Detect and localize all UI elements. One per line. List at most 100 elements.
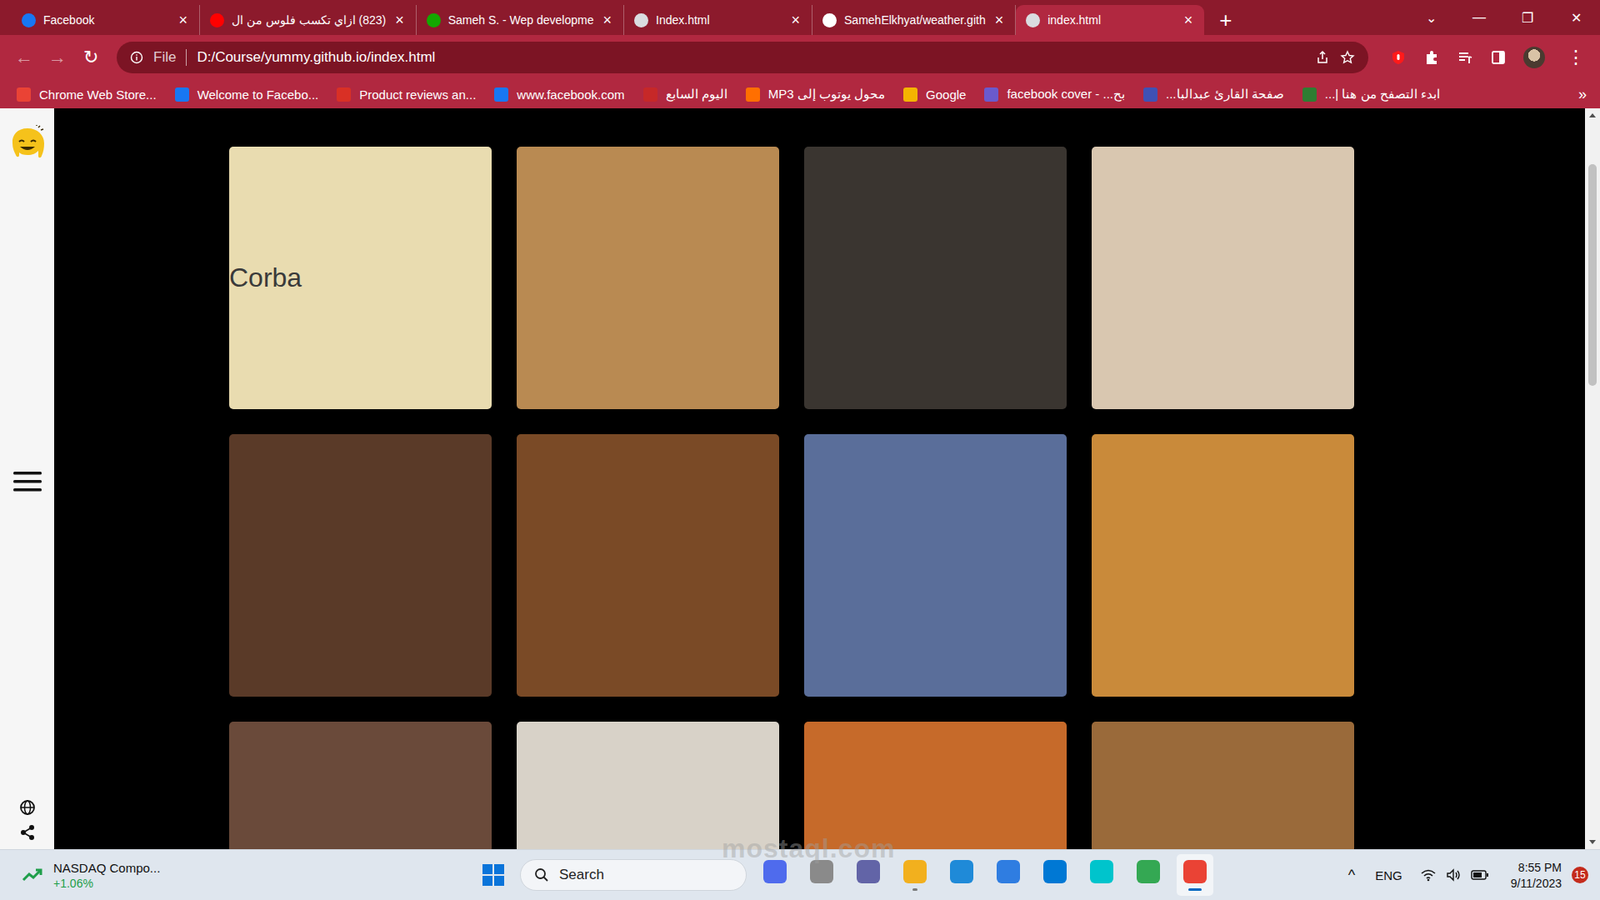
taskbar-app[interactable] [896,854,934,896]
volume-icon[interactable] [1445,868,1461,882]
show-hidden-icons-button[interactable]: ^ [1338,866,1365,885]
meal-card[interactable] [1091,721,1355,850]
taskbar-app[interactable] [1036,854,1074,896]
browser-tab[interactable]: Index.html × [624,5,813,35]
chrome-menu-button[interactable]: ⋮ [1561,46,1590,69]
taskbar-app[interactable] [803,854,840,896]
meal-card[interactable]: Corba [229,146,492,410]
url-text: D:/Course/yummy.github.io/index.html [196,49,435,66]
close-tab-button[interactable]: × [993,12,1006,28]
wifi-icon[interactable] [1420,868,1436,882]
tab-title: Sameh S. - Wep developme [448,13,595,27]
new-tab-button[interactable]: + [1204,5,1247,35]
window-control-button[interactable]: — [1455,0,1504,35]
close-tab-button[interactable]: × [790,12,803,28]
favicon-icon [426,13,441,28]
browser-tab[interactable]: SamehElkhyat/weather.gith × [812,5,1016,35]
language-indicator[interactable]: ENG [1375,868,1411,883]
meal-card[interactable] [1091,146,1355,410]
bookmark-favicon-icon [1143,87,1158,102]
scrollbar-thumb[interactable] [1588,164,1597,386]
taskbar-app[interactable] [1083,854,1120,896]
tab-search-button[interactable]: ⌄ [1406,0,1455,35]
bookmark-favicon-icon [175,87,190,102]
clock[interactable]: 8:55 PM9/11/2023 [1499,860,1562,890]
taskbar-app[interactable] [990,854,1027,896]
bookmark[interactable]: Product reviews an... [336,87,476,102]
close-tab-button[interactable]: × [1182,12,1195,28]
taskbar-app[interactable] [850,854,887,896]
extension-icon[interactable] [1390,49,1407,66]
window-control-button[interactable]: ❐ [1503,0,1552,35]
back-button[interactable]: ← [11,46,37,69]
puzzle-icon[interactable] [1423,49,1440,66]
taskbar-app[interactable] [1176,854,1214,896]
meal-card[interactable] [804,434,1067,697]
bookmark[interactable]: Welcome to Facebo... [175,87,320,102]
tab-strip: Facebook×(823) ازاي تكسب فلوس من ال×Same… [0,0,1600,35]
profile-avatar-icon[interactable] [1523,46,1545,69]
meal-card[interactable] [516,721,780,850]
search-icon [534,867,550,883]
browser-tab[interactable]: Facebook× [11,5,200,35]
side-panel-icon[interactable] [1490,49,1507,66]
watermark: mostaql.com [721,833,895,865]
app-icon [856,860,880,884]
close-tab-button[interactable]: × [601,12,615,28]
forward-button[interactable]: → [45,46,70,69]
share-icon[interactable] [1315,50,1330,65]
tab-title: Index.html [655,13,782,27]
trend-up-icon [21,866,44,884]
app-icon [903,860,927,884]
app-icon [1090,860,1114,884]
taskbar-app[interactable] [756,854,794,896]
media-icon[interactable] [1456,49,1474,66]
smiley-logo-icon[interactable] [9,125,46,164]
taskbar-app[interactable] [943,854,980,896]
stock-widget[interactable]: NASDAQ Compo...+1.06% [0,860,272,890]
bookmark[interactable]: Google [903,87,966,102]
scrollbar[interactable] [1585,108,1600,850]
app-icon [1183,860,1207,884]
bookmark[interactable]: Chrome Web Store... [16,87,157,102]
window-control-button[interactable]: ✕ [1551,0,1600,35]
toolbar: ← → ↻ FileD:/Course/yummy.github.io/index.h… [0,35,1600,80]
browser-tab[interactable]: Sameh S. - Wep developme × [416,5,625,35]
more-bookmarks-button[interactable]: » [1578,85,1587,104]
favicon-icon [822,13,837,28]
bookmark[interactable]: اليوم السابع [643,86,728,102]
app-icon [996,860,1020,884]
meal-card[interactable] [229,434,492,697]
close-tab-button[interactable]: × [176,12,190,28]
bookmark[interactable]: محول يوتوب إلى MP3 [745,86,885,102]
bookmark[interactable]: www.facebook.com [494,87,625,102]
close-tab-button[interactable]: × [393,12,406,28]
taskbar-search-box[interactable]: Search [520,859,747,891]
meal-card[interactable] [516,146,780,410]
bookmark[interactable]: ابدء التصفح من هنا |... [1302,86,1440,102]
meal-card[interactable] [804,146,1067,410]
bookmark[interactable]: facebook cover - ...بح [984,86,1125,102]
star-icon[interactable] [1340,50,1355,65]
hamburger-menu-icon[interactable] [13,470,42,494]
favicon-icon [634,13,649,28]
app-icon [950,860,974,884]
reload-button[interactable]: ↻ [78,46,104,69]
bookmark-favicon-icon [336,87,351,102]
gallery-area: Corba [54,108,1585,850]
address-bar[interactable]: FileD:/Course/yummy.github.io/index.html [116,41,1369,74]
windows-start-icon[interactable] [481,863,505,887]
taskbar-app[interactable] [1130,854,1167,896]
globe-icon[interactable] [19,799,36,816]
browser-tab[interactable]: (823) ازاي تكسب فلوس من ال× [200,5,417,35]
bookmark[interactable]: صفحة القارئ عبدالبا... [1143,86,1285,102]
browser-tab[interactable]: index.html× [1015,5,1205,35]
notification-badge[interactable]: 15 [1571,866,1589,884]
meal-card[interactable] [229,721,492,850]
share-icon[interactable] [19,824,36,841]
meal-card[interactable] [516,434,780,697]
meal-card[interactable] [804,721,1067,850]
battery-icon[interactable] [1470,869,1490,881]
meal-card[interactable] [1091,434,1355,697]
tab-title: SamehElkhyat/weather.gith [844,13,986,27]
